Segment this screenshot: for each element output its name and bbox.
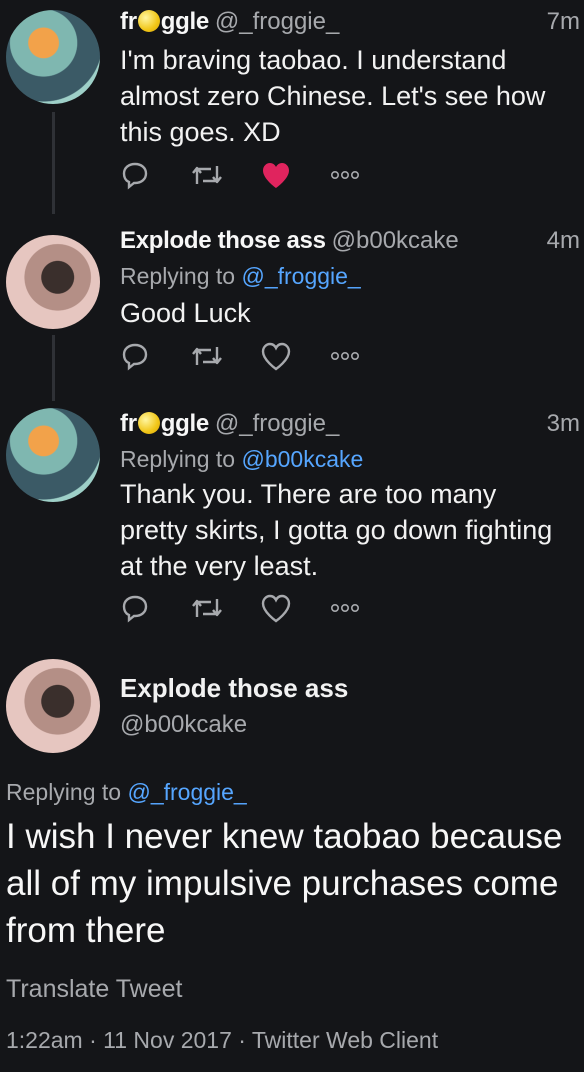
more-button[interactable]: [330, 158, 400, 192]
translate-tweet-link[interactable]: Translate Tweet: [6, 975, 182, 1004]
more-icon: [330, 351, 359, 361]
retweet-button[interactable]: [190, 339, 260, 373]
tweet-3[interactable]: fr ggle @_froggie_ 3m Replying to @b00kcak…: [0, 400, 584, 645]
text-line: from there: [6, 911, 166, 950]
username[interactable]: @b00kcake: [120, 711, 247, 739]
main-tweet: Explode those ass @b00kcake Replying to …: [0, 645, 584, 1072]
replying-to: Replying to @b00kcake: [120, 446, 363, 473]
timestamp[interactable]: 3m: [547, 410, 580, 438]
timestamp[interactable]: 7m: [547, 8, 580, 36]
retweet-icon: [192, 599, 222, 617]
text-line: I wish I never knew taobao because: [6, 817, 563, 856]
replying-to-link[interactable]: @_froggie_: [127, 779, 246, 805]
tweet-text: I'm braving taobao. I understand almost …: [120, 42, 574, 150]
tweet-text: Good Luck: [120, 295, 574, 331]
text-line: all of my impulsive purchases come: [6, 864, 559, 903]
replying-to-link[interactable]: @_froggie_: [241, 263, 360, 289]
text-line: Thank you. There are too many: [120, 479, 497, 509]
username[interactable]: @b00kcake: [332, 227, 459, 254]
reply-button[interactable]: [120, 591, 190, 625]
reply-icon: [122, 343, 148, 371]
retweet-icon: [192, 166, 222, 184]
reply-icon: [122, 162, 148, 190]
tweet-header: fr ggle @_froggie_ 3m: [120, 410, 584, 438]
tweet-header: Explode those ass @b00kcake 4m: [120, 227, 584, 255]
like-button[interactable]: [260, 591, 330, 625]
retweet-button[interactable]: [190, 158, 260, 192]
lemon-emoji-icon: [137, 412, 160, 434]
replying-to-link[interactable]: @b00kcake: [241, 446, 363, 472]
like-icon: [261, 342, 291, 371]
like-icon: [263, 163, 289, 188]
replying-label: Replying to: [6, 779, 122, 805]
display-name[interactable]: fr ggle: [120, 8, 209, 35]
thread-line: [52, 335, 55, 401]
tweet-text: I wish I never knew taobao because all o…: [6, 813, 580, 954]
text-line: Good Luck: [120, 298, 251, 328]
tweet-actions: [120, 339, 400, 373]
thread-line: [52, 112, 55, 214]
tweet-actions: [120, 591, 400, 625]
retweet-button[interactable]: [190, 591, 260, 625]
tweet-1[interactable]: fr ggle @_froggie_ 7m I'm braving taobao. …: [0, 0, 584, 215]
like-button[interactable]: [260, 158, 330, 192]
avatar-froggie[interactable]: [6, 10, 100, 104]
retweet-icon: [192, 347, 222, 365]
lemon-emoji-icon: [137, 10, 160, 32]
more-button[interactable]: [330, 591, 400, 625]
tweet-meta: 1:22am · 11 Nov 2017 · Twitter Web Clien…: [6, 1027, 439, 1053]
text-line: at the very least.: [120, 551, 319, 581]
display-name[interactable]: Explode those ass: [120, 673, 348, 704]
text-line: almost zero Chinese. Let's see how: [120, 81, 546, 111]
tweet-actions: [120, 158, 400, 192]
username[interactable]: @_froggie_: [215, 8, 339, 35]
display-name[interactable]: Explode those ass: [120, 227, 326, 254]
replying-label: Replying to: [120, 446, 236, 472]
username[interactable]: @_froggie_: [215, 410, 339, 437]
tweet-header: fr ggle @_froggie_ 7m: [120, 8, 584, 36]
like-icon: [261, 594, 291, 623]
text-line: pretty skirts, I gotta go down fighting: [120, 515, 553, 545]
reply-button[interactable]: [120, 339, 190, 373]
avatar-bookcake[interactable]: [6, 659, 100, 753]
text-line: this goes. XD: [120, 117, 281, 147]
reply-icon: [122, 595, 148, 623]
replying-to: Replying to @_froggie_: [120, 263, 361, 290]
avatar-froggie[interactable]: [6, 408, 100, 502]
more-button[interactable]: [330, 339, 400, 373]
replying-to: Replying to @_froggie_: [6, 779, 247, 806]
tweet-2[interactable]: Explode those ass @b00kcake 4m Replying t…: [0, 215, 584, 401]
replying-label: Replying to: [120, 263, 236, 289]
reply-button[interactable]: [120, 158, 190, 192]
display-name[interactable]: fr ggle: [120, 410, 209, 437]
more-icon: [330, 170, 359, 180]
timestamp[interactable]: 4m: [547, 227, 580, 255]
more-icon: [330, 603, 359, 613]
text-line: I'm braving taobao. I understand: [120, 45, 507, 75]
tweet-text: Thank you. There are too many pretty ski…: [120, 476, 574, 584]
like-button[interactable]: [260, 339, 330, 373]
avatar-bookcake[interactable]: [6, 235, 100, 329]
